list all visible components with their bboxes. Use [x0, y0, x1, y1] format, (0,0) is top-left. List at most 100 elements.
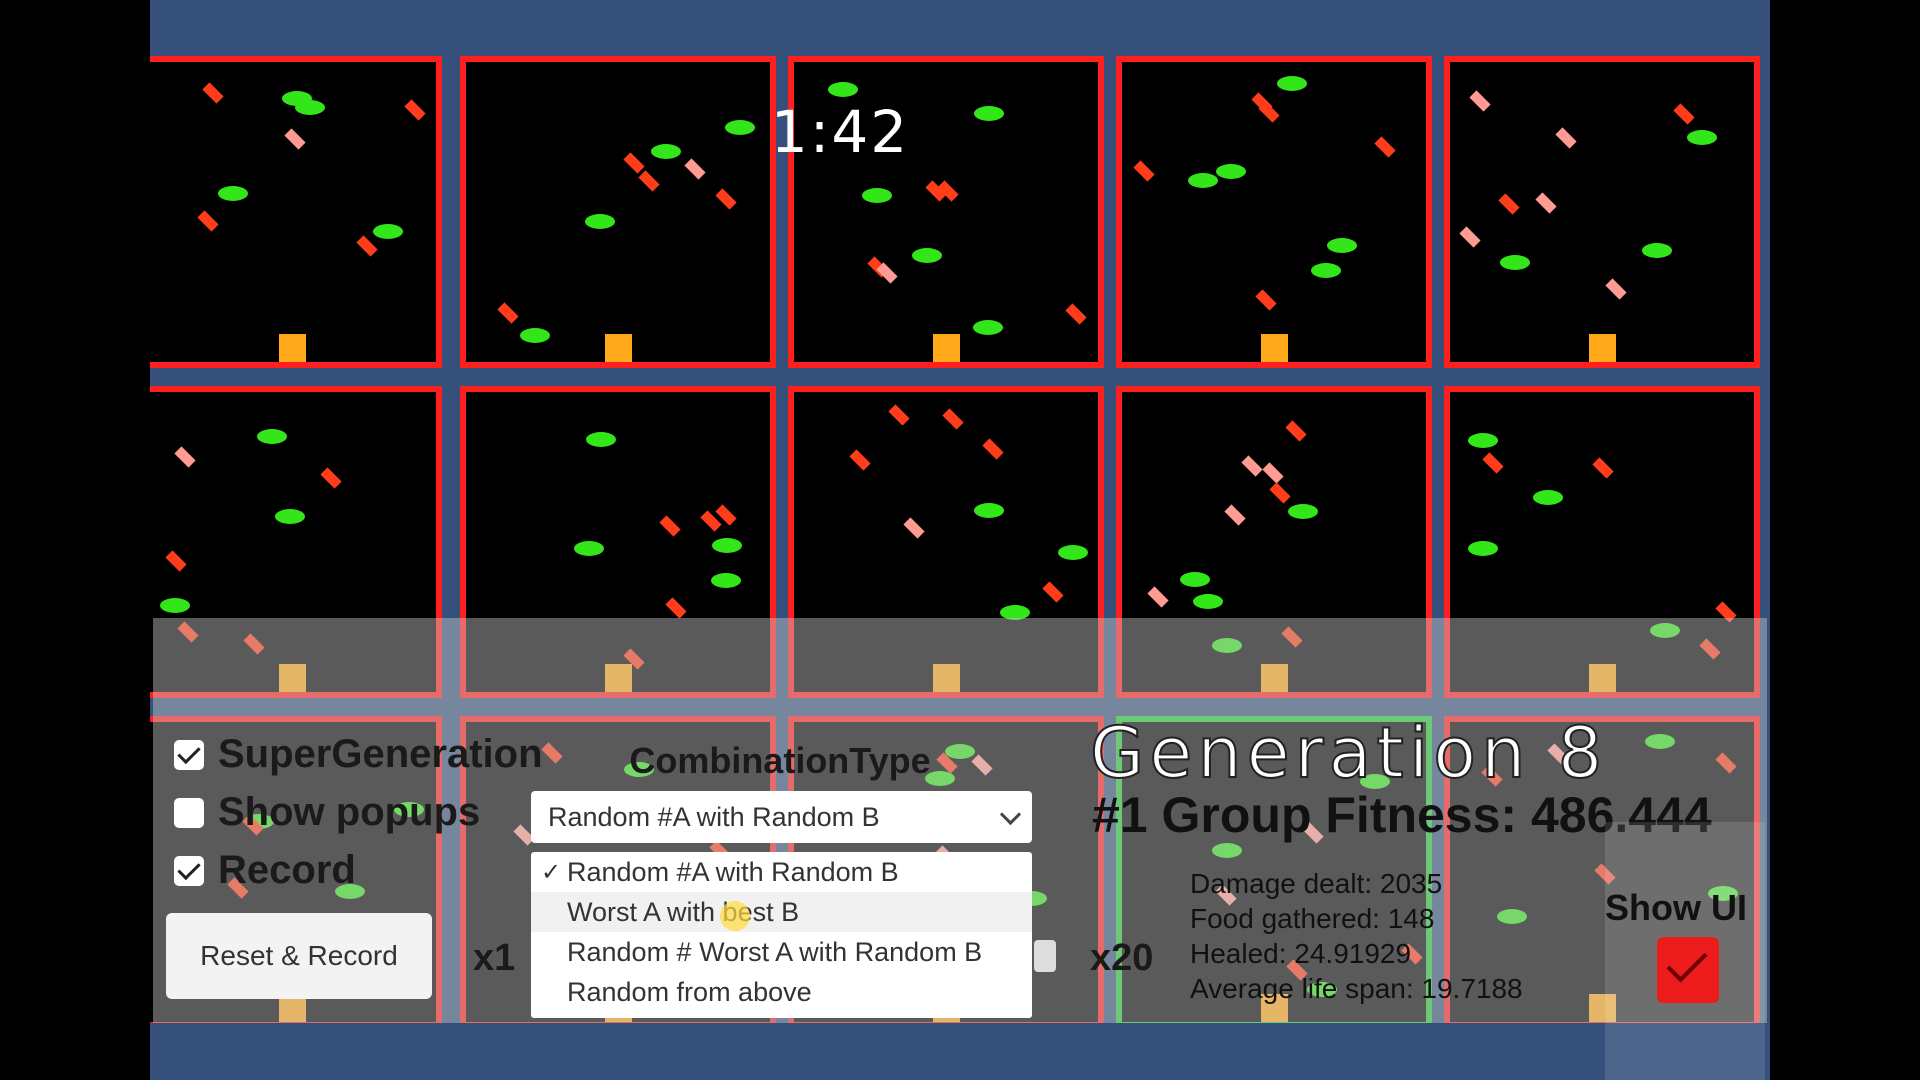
- food-item: [520, 328, 551, 344]
- food-item: [256, 428, 287, 444]
- enemy-unit: [849, 449, 871, 472]
- show-popups-checkbox[interactable]: [174, 797, 204, 828]
- stat-lifespan: Average life span: 19.7188: [1190, 973, 1523, 1004]
- arena-cell: [150, 56, 442, 368]
- supergeneration-toggle[interactable]: SuperGeneration: [174, 732, 543, 777]
- food-item: [373, 224, 404, 240]
- enemy-unit: [284, 128, 306, 150]
- enemy-unit: [202, 82, 224, 104]
- enemy-unit: [496, 302, 519, 325]
- supergeneration-checkbox[interactable]: [174, 739, 204, 770]
- enemy-unit: [1065, 302, 1088, 325]
- food-item: [1216, 163, 1247, 179]
- enemy-unit: [1592, 457, 1614, 479]
- check-icon: ✓: [541, 858, 562, 886]
- speed-min-label: x1: [473, 937, 516, 979]
- game-view: 1:42 SuperGeneration Show popups Record …: [150, 0, 1770, 1080]
- food-item: [1642, 243, 1673, 258]
- food-item: [1327, 237, 1358, 253]
- food-item: [710, 573, 741, 589]
- enemy-unit: [164, 550, 187, 572]
- enemy-unit: [356, 235, 378, 257]
- food-item: [1532, 490, 1563, 506]
- arena-cell: [1444, 56, 1760, 368]
- food-item: [1179, 572, 1210, 588]
- food-item: [651, 143, 682, 159]
- food-item: [827, 82, 858, 98]
- food-item: [862, 187, 893, 203]
- show-ui-label: Show UI: [1605, 887, 1747, 928]
- dropdown-option[interactable]: Random # Worst A with Random B: [531, 932, 1032, 972]
- food-item: [1288, 503, 1319, 519]
- enemy-unit: [1673, 103, 1695, 126]
- combination-type-dropdown[interactable]: Random #A with Random B: [531, 791, 1032, 843]
- food-item: [972, 320, 1003, 336]
- mouse-cursor: [720, 901, 750, 931]
- food-item: [574, 541, 605, 557]
- food-item: [974, 105, 1005, 121]
- enemy-unit: [1285, 420, 1307, 443]
- base-marker: [1589, 334, 1616, 362]
- enemy-unit: [320, 466, 342, 489]
- enemy-unit: [1459, 226, 1481, 248]
- enemy-unit: [714, 188, 737, 210]
- food-item: [160, 598, 191, 614]
- arena-cell: [1116, 56, 1432, 368]
- enemy-unit: [981, 438, 1004, 460]
- speed-max-label: x20: [1090, 937, 1154, 979]
- record-checkbox[interactable]: [174, 855, 204, 886]
- enemy-unit: [1604, 278, 1627, 300]
- food-item: [282, 90, 313, 106]
- enemy-unit: [659, 514, 681, 537]
- speed-slider-handle[interactable]: [1034, 940, 1056, 972]
- enemy-unit: [665, 597, 688, 619]
- food-item: [275, 508, 306, 524]
- enemy-unit: [623, 152, 645, 174]
- food-item: [1057, 545, 1088, 561]
- enemy-unit: [1469, 90, 1491, 112]
- record-toggle[interactable]: Record: [174, 848, 356, 893]
- enemy-unit: [1482, 452, 1504, 474]
- food-item: [1311, 263, 1342, 279]
- enemy-unit: [1147, 586, 1170, 608]
- food-item: [911, 248, 942, 264]
- food-item: [1686, 130, 1717, 146]
- enemy-unit: [942, 408, 965, 430]
- food-item: [586, 431, 617, 447]
- enemy-unit: [1374, 136, 1396, 158]
- enemy-unit: [1535, 192, 1557, 214]
- base-marker: [605, 334, 632, 362]
- enemy-unit: [1224, 504, 1246, 526]
- food-item: [1500, 255, 1531, 271]
- enemy-unit: [1262, 462, 1284, 484]
- enemy-unit: [1255, 289, 1277, 311]
- show-ui-checkbox[interactable]: [1657, 937, 1719, 1003]
- chevron-down-icon: [999, 803, 1022, 826]
- generation-title: Generation 8: [1089, 711, 1608, 795]
- enemy-unit: [684, 158, 707, 180]
- dropdown-options: ✓ Random #A with Random B Worst A with b…: [531, 852, 1032, 1018]
- enemy-unit: [888, 404, 910, 427]
- food-item: [1188, 173, 1219, 189]
- enemy-unit: [174, 446, 197, 468]
- food-item: [1276, 76, 1307, 92]
- dropdown-selected-value: Random #A with Random B: [548, 801, 880, 832]
- reset-record-button[interactable]: Reset & Record: [166, 913, 432, 999]
- base-marker: [1261, 334, 1288, 362]
- stat-damage: Damage dealt: 2035: [1190, 868, 1443, 899]
- show-popups-toggle[interactable]: Show popups: [174, 790, 480, 835]
- food-item: [217, 186, 248, 202]
- enemy-unit: [1269, 482, 1291, 504]
- record-label: Record: [218, 848, 356, 892]
- enemy-unit: [903, 517, 925, 539]
- dropdown-option[interactable]: Random from above: [531, 972, 1032, 1012]
- stat-healed: Healed: 24.91929: [1190, 938, 1412, 969]
- food-item: [712, 538, 743, 554]
- dropdown-option[interactable]: Worst A with best B: [531, 892, 1032, 932]
- enemy-unit: [1498, 193, 1521, 216]
- enemy-unit: [1042, 581, 1064, 603]
- dropdown-option[interactable]: ✓ Random #A with Random B: [531, 852, 1032, 892]
- combination-type-title: CombinationType: [629, 740, 931, 781]
- enemy-unit: [1555, 127, 1577, 149]
- enemy-unit: [876, 262, 898, 284]
